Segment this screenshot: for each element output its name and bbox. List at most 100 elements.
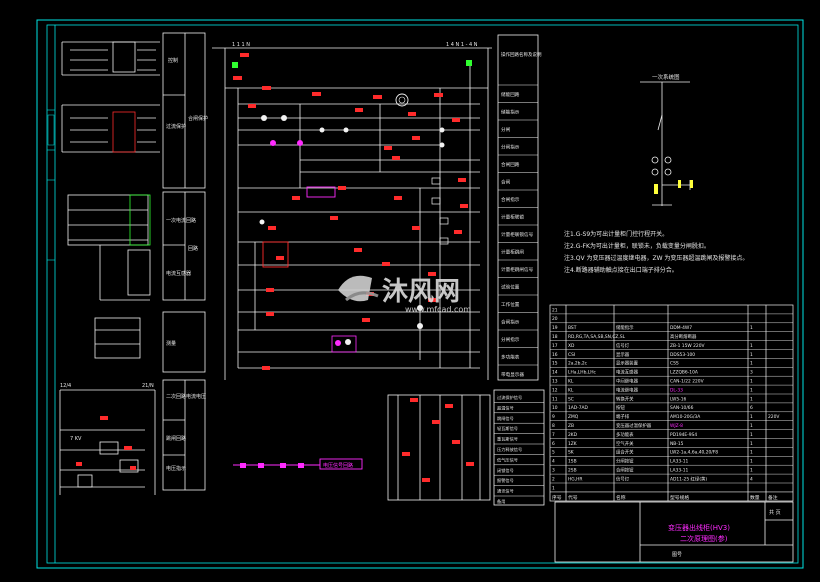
bom-cell: 20 xyxy=(552,316,558,322)
desc-row-label: 合闸指示 xyxy=(501,196,520,203)
bom-cell: 4 xyxy=(552,459,555,465)
bom-cell: ZMQ xyxy=(568,414,579,420)
left-strip-marks xyxy=(47,114,55,146)
bl-label-2: 21/N xyxy=(142,383,154,389)
bom-cell: 8 xyxy=(552,423,555,429)
desc-row-label: 计量柜跳闸信号 xyxy=(501,266,534,273)
bom-cell: LW5-16 xyxy=(670,396,687,402)
bom-cell: 18 xyxy=(552,334,558,340)
signal-row-label: 压力释放信号 xyxy=(497,446,522,453)
signal-row-label: 过流保护信号 xyxy=(497,394,522,401)
signal-row-label: 通讯信号 xyxy=(497,488,514,495)
bom-cell: DDS53-100 xyxy=(670,352,695,358)
primary-diagram xyxy=(640,81,691,206)
block-label-primary-current: 一次电流回路 xyxy=(166,217,196,224)
block-label-measure: 测量 xyxy=(166,340,176,347)
desc-row-label: 合闸指示 xyxy=(501,319,520,326)
bom-cell: LHa,LHb,LHc xyxy=(568,370,597,376)
bom-cell: DL-33 xyxy=(670,387,683,393)
desc-table-rows: 储能回路储能指示分闸分闸指示合闸回路合闸合闸指示计量柜联锁计量柜联锁信号计量柜跳… xyxy=(498,84,538,378)
bl-label-3: 7 KV xyxy=(70,436,82,442)
bom-cell: 电流互感器 xyxy=(616,369,639,376)
desc-row-label: 计量柜联锁信号 xyxy=(501,231,534,238)
bom-cell: XD xyxy=(568,343,575,349)
bom-cell: SAN-10/66 xyxy=(670,405,694,411)
desc-row-label: 工作位置 xyxy=(501,301,520,308)
bom-cell: SC xyxy=(568,396,574,402)
bom-cell: LA33-11 xyxy=(670,468,689,474)
bottom-left-circuit xyxy=(59,389,156,495)
bom-cell: 10 xyxy=(552,405,558,411)
bom-cell: 21 xyxy=(552,307,558,313)
bom-cell: 1 xyxy=(750,343,753,349)
page-label: 共 页 xyxy=(769,509,781,516)
title-line-1: 变压器出线柜(HV3) xyxy=(668,523,730,532)
bom-cell: 1ZK xyxy=(568,441,577,447)
bom-cell: 5 xyxy=(552,450,555,456)
desc-row-label: 带电显示器 xyxy=(501,371,524,378)
bom-cell: KL xyxy=(568,379,574,385)
bom-cell: 1 xyxy=(750,414,753,420)
bom-cell: 变压器过温保护器 xyxy=(616,422,652,429)
signal-label-list: 过流保护信号超温信号跳闸信号轻瓦斯信号重瓦斯信号压力释放信号低气压信号闭锁信号报… xyxy=(494,394,544,505)
signal-circuit-accents xyxy=(402,398,474,482)
note-3: 注3.QV 为变压器过温度继电器，ZW 为变压器超温跳闸及报警接点。 xyxy=(564,254,748,262)
bom-cell: 1 xyxy=(750,423,753,429)
bom-cell: CSI xyxy=(568,352,575,358)
primary-diagram-accents xyxy=(654,180,693,194)
bom-cell: 空气开关 xyxy=(616,440,634,447)
primary-diagram-title: 一次系统图 xyxy=(652,73,680,81)
bom-cell: 7 xyxy=(552,432,555,438)
bom-cell: 2 xyxy=(552,476,555,482)
bom-header-cell: 型号规格 xyxy=(670,494,689,501)
watermark-brand: 沐风网 xyxy=(382,277,460,307)
bom-cell: 1 xyxy=(552,485,555,491)
bom-header-cell: 名称 xyxy=(616,494,626,501)
bom-header-cell: 序号 xyxy=(552,494,562,501)
bom-cell: 显示器 xyxy=(616,352,630,358)
block-label-closing-protect: 合闸保护 xyxy=(188,115,208,122)
bom-cell: 1 xyxy=(750,387,753,393)
bom-cell: 电流继电器 xyxy=(616,386,639,393)
desc-row-label: 分闸指示 xyxy=(501,144,520,151)
bom-cell: LW2-1a,4,6a,40,20/F8 xyxy=(670,450,718,456)
bom-header-cell: 代号 xyxy=(568,494,578,501)
bom-cell: 端子排 xyxy=(616,413,630,420)
bom-cell: 4 xyxy=(750,476,753,482)
bus-label-left: 1 1 1 N xyxy=(232,42,250,48)
block-label-voltage: 电压指示 xyxy=(166,465,186,472)
bl-label-1: 12/4 xyxy=(60,383,71,389)
bom-cell: 1 xyxy=(750,352,753,358)
bom-cell: SK xyxy=(568,450,574,456)
left-switch-groups xyxy=(61,41,160,359)
bom-cell: 转换开关 xyxy=(616,395,634,402)
bom-cell: WJZ-8 xyxy=(670,423,683,429)
bom-cell: 信号灯 xyxy=(616,475,630,482)
bom-cell: AD11-25 红绿(黄) xyxy=(670,475,707,482)
desc-row-label: 储能指示 xyxy=(501,109,520,116)
desc-row-label: 计量柜跳闸 xyxy=(501,249,524,256)
signal-row-label: 闭锁信号 xyxy=(497,467,514,474)
note-4: 注4.断路器辅助触点接在出口端子排分合。 xyxy=(564,266,678,274)
bom-cell: KL xyxy=(568,387,574,393)
bom-cell: 19 xyxy=(552,325,558,331)
bom-cell: 显示器装置 xyxy=(616,360,639,367)
signal-row-label: 超温信号 xyxy=(497,404,514,411)
signal-circuit xyxy=(387,394,491,501)
bom-cell: 高分断熔断器 xyxy=(670,333,697,340)
bottom-left-accents xyxy=(76,416,136,470)
bom-cell: PD194E-9S4 xyxy=(670,432,697,438)
signal-row-label: 重瓦斯信号 xyxy=(497,436,518,443)
bom-cell: 信号灯 xyxy=(616,342,630,349)
bom-cell: 1 xyxy=(750,450,753,456)
bom-cell: 1 xyxy=(750,432,753,438)
voltage-signal-label: 电压信号回路 xyxy=(323,462,353,469)
signal-row-label: 报警信号 xyxy=(497,477,514,484)
bom-cell: 1 xyxy=(750,361,753,367)
bom-cell: 9 xyxy=(552,414,555,420)
block-label-ct: 电流互感器 xyxy=(166,270,191,277)
bom-cell: CAN-1/22 220V xyxy=(670,379,704,385)
bom-cell: 16 xyxy=(552,352,558,358)
desc-row-label: 计量柜联锁 xyxy=(501,214,524,221)
watermark-url: www.mfcad.com xyxy=(405,305,471,314)
